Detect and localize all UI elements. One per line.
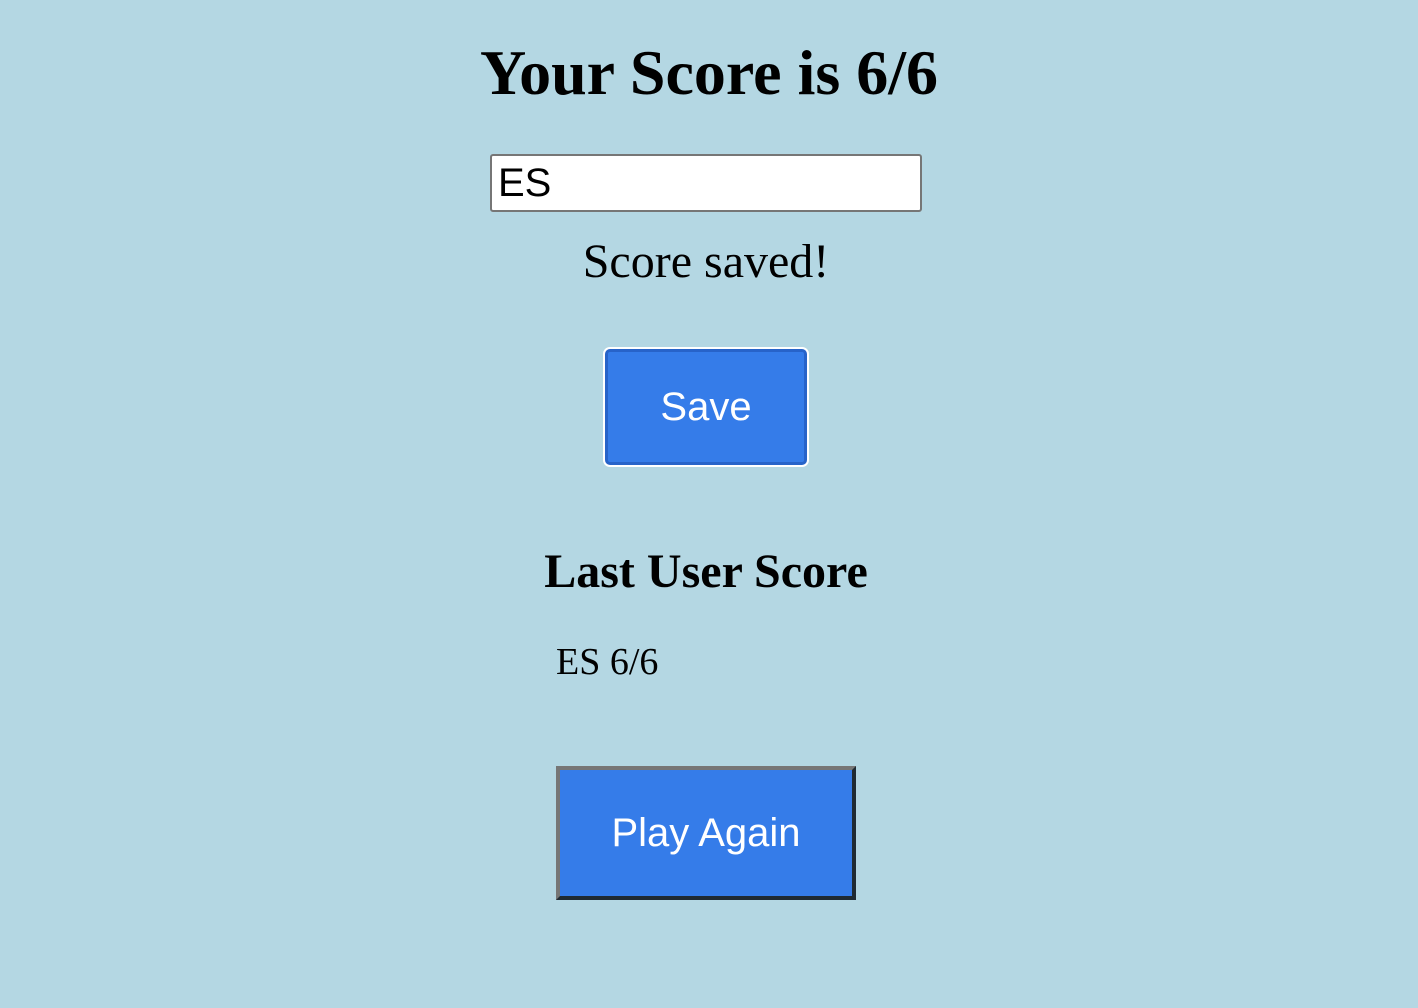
last-user-score-heading: Last User Score [544,545,868,598]
save-status-message: Score saved! [582,235,830,288]
play-again-button[interactable]: Play Again [556,766,856,900]
save-button[interactable]: Save [603,347,809,467]
name-input[interactable] [490,154,922,212]
score-title: Your Score is 6/6 [479,37,939,108]
score-page: Your Score is 6/6 Score saved! Save Last… [0,0,1418,1008]
last-user-score-entry: ES 6/6 [556,641,659,683]
